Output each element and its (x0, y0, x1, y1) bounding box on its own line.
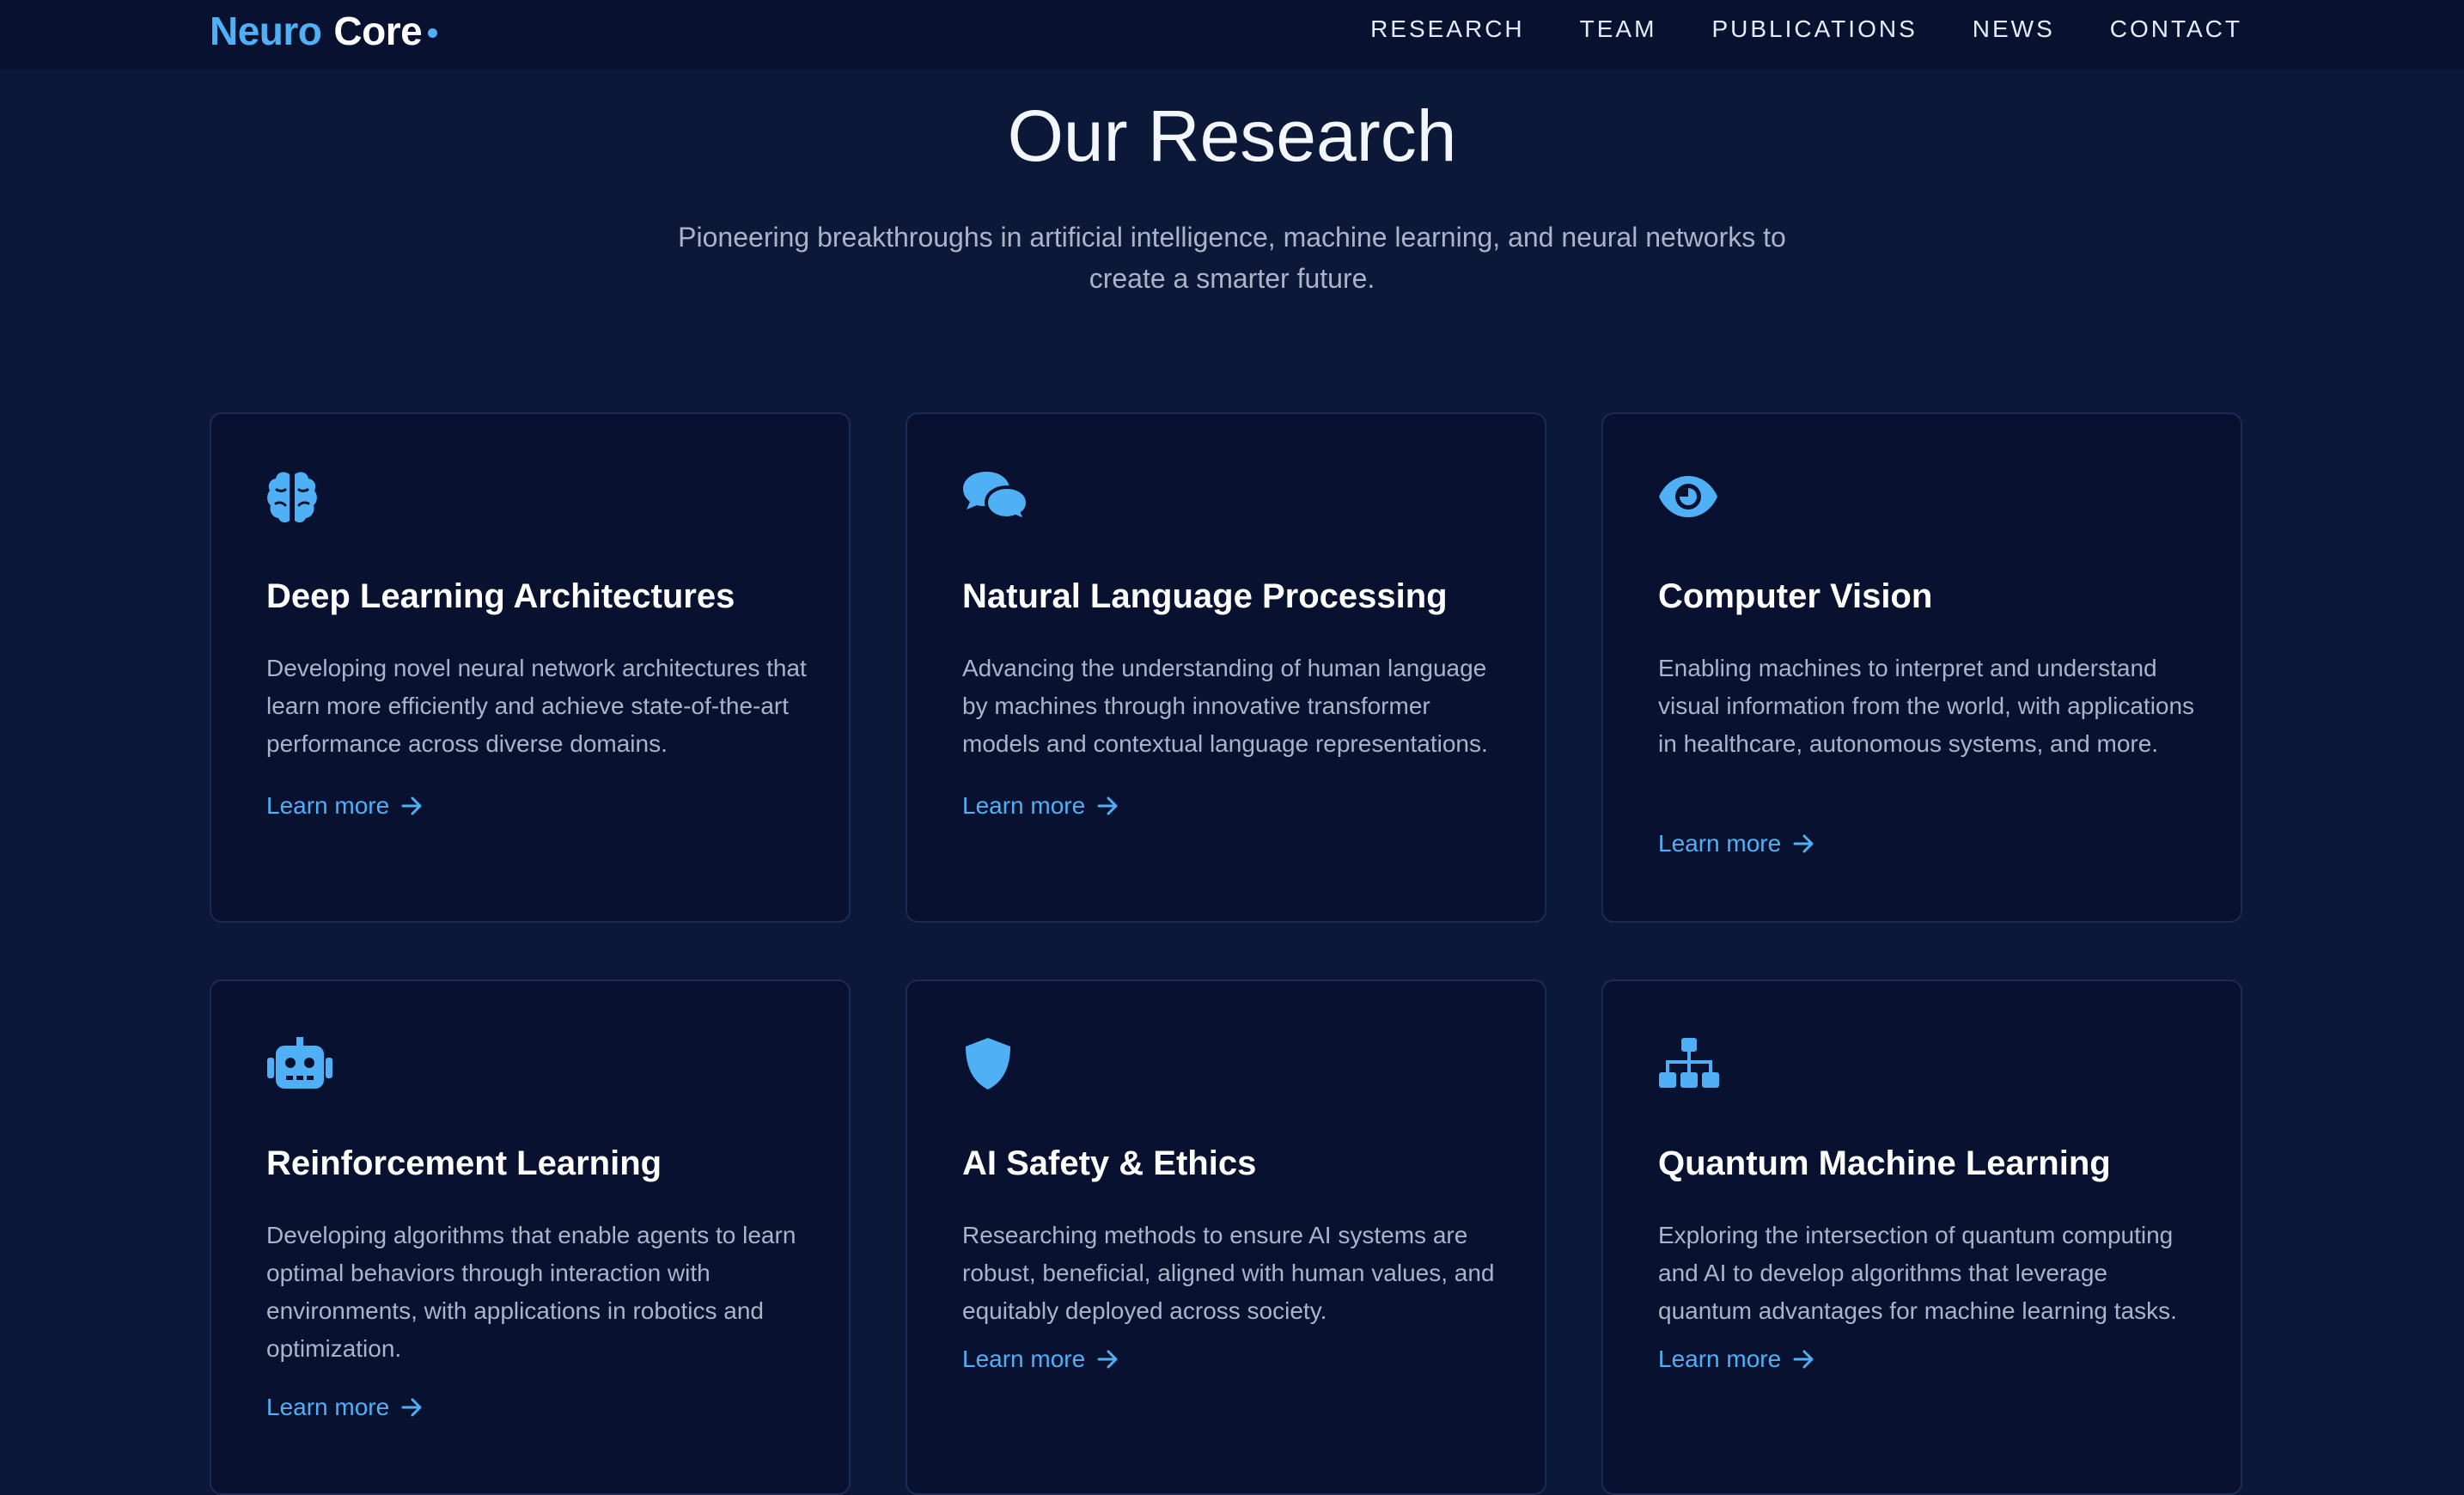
nav-link-publications[interactable]: PUBLICATIONS (1711, 15, 1917, 43)
research-card-quantum-ml: Quantum Machine Learning Exploring the i… (1601, 979, 2242, 1495)
card-description: Researching methods to ensure AI systems… (962, 1222, 1495, 1324)
learn-more-label: Learn more (962, 1346, 1086, 1372)
card-description: Exploring the intersection of quantum co… (1658, 1222, 2177, 1324)
learn-more-label: Learn more (962, 792, 1086, 819)
top-navbar: Neuro Core RESEARCH TEAM PUBLICATIONS NE… (0, 0, 2464, 70)
comments-icon (962, 467, 1031, 526)
research-card-deep-learning: Deep Learning Architectures Developing n… (210, 412, 851, 923)
sitemap-icon (1658, 1034, 1727, 1093)
research-card-ai-safety: AI Safety & Ethics Researching methods t… (906, 979, 1546, 1495)
learn-more-label: Learn more (266, 792, 390, 819)
arrow-right-icon (1793, 1350, 1814, 1369)
learn-more-label: Learn more (1658, 1346, 1782, 1372)
learn-more-link[interactable]: Learn more (266, 1394, 424, 1421)
shield-icon (962, 1034, 1031, 1093)
page-subtitle-line1: Pioneering breakthroughs in artificial i… (678, 222, 1786, 253)
research-card-reinforcement-learning: Reinforcement Learning Developing algori… (210, 979, 851, 1495)
main-nav: RESEARCH TEAM PUBLICATIONS NEWS CONTACT (1370, 0, 2242, 58)
brand-name-part1: Neuro (210, 9, 322, 53)
card-title: Quantum Machine Learning (1658, 1144, 2111, 1182)
learn-more-label: Learn more (1658, 830, 1782, 857)
brand-dot (428, 27, 438, 38)
learn-more-label: Learn more (266, 1394, 390, 1420)
learn-more-link[interactable]: Learn more (266, 792, 424, 820)
card-title: Computer Vision (1658, 577, 1933, 615)
arrow-right-icon (401, 796, 422, 815)
card-description: Advancing the understanding of human lan… (962, 655, 1488, 757)
card-title: Natural Language Processing (962, 577, 1448, 615)
card-title: Deep Learning Architectures (266, 577, 735, 615)
eye-icon (1658, 467, 1727, 526)
card-title: AI Safety & Ethics (962, 1144, 1257, 1182)
card-description: Developing novel neural network architec… (266, 655, 807, 757)
arrow-right-icon (1793, 834, 1814, 853)
nav-link-team[interactable]: TEAM (1580, 15, 1657, 43)
research-card-computer-vision: Computer Vision Enabling machines to int… (1601, 412, 2242, 923)
learn-more-link[interactable]: Learn more (962, 792, 1119, 820)
card-description: Enabling machines to interpret and under… (1658, 655, 2195, 757)
brain-icon (266, 467, 335, 526)
nav-link-contact[interactable]: CONTACT (2110, 15, 2242, 43)
learn-more-link[interactable]: Learn more (962, 1346, 1119, 1373)
page-title: Our Research (1007, 95, 1457, 176)
brand-name-part2: Core (333, 9, 423, 53)
card-title: Reinforcement Learning (266, 1144, 662, 1182)
arrow-right-icon (1097, 1350, 1118, 1369)
research-card-nlp: Natural Language Processing Advancing th… (906, 412, 1546, 923)
nav-link-news[interactable]: NEWS (1973, 15, 2055, 43)
arrow-right-icon (401, 1398, 422, 1417)
robot-icon (266, 1034, 335, 1093)
learn-more-link[interactable]: Learn more (1658, 830, 1815, 857)
card-description: Developing algorithms that enable agents… (266, 1222, 796, 1362)
nav-link-research[interactable]: RESEARCH (1370, 15, 1525, 43)
arrow-right-icon (1097, 796, 1118, 815)
learn-more-link[interactable]: Learn more (1658, 1346, 1815, 1373)
page-subtitle-line2: create a smarter future. (1089, 263, 1375, 294)
brand-logo[interactable]: Neuro Core (210, 3, 438, 58)
page-subtitle: Pioneering breakthroughs in artificial i… (653, 217, 1811, 299)
